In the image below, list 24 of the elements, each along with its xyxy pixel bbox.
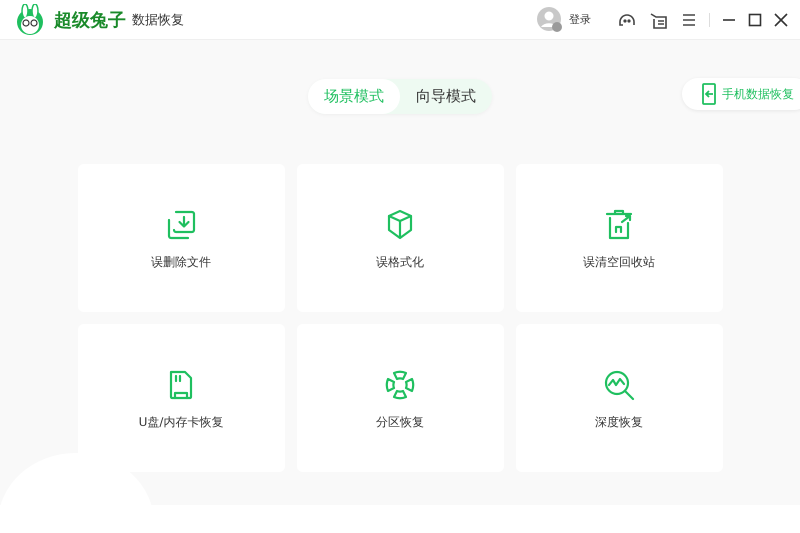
scenario-label: 误清空回收站 [583,254,655,271]
scenario-card[interactable]: 误清空回收站 [516,164,722,312]
magnifier-chart-icon [602,368,636,402]
brand-name: 超级兔子 [54,8,126,32]
scenario-label: 深度恢复 [595,414,643,431]
scenario-card[interactable]: U盘/内存卡恢复 [78,324,284,472]
avatar-icon[interactable] [537,6,563,32]
scenario-label: 误删除文件 [151,254,211,271]
login-link[interactable]: 登录 [569,12,591,27]
product-name: 数据恢复 [132,12,184,28]
phone-icon [700,83,718,105]
scenario-card[interactable]: 深度恢复 [516,324,722,472]
mode-tab[interactable]: 向导模式 [400,78,492,114]
scenario-card[interactable]: 分区恢复 [296,324,504,472]
scenario-label: 分区恢复 [376,414,424,431]
scenario-card[interactable]: 误格式化 [296,164,504,312]
scenario-card[interactable]: 误删除文件 [78,164,284,312]
menu-icon[interactable] [681,12,697,28]
scenario-label: U盘/内存卡恢复 [138,414,224,431]
segmented-circle-icon [383,368,417,402]
scenario-label: 误格式化 [376,254,424,271]
close-icon[interactable] [774,12,788,26]
rabbit-logo-icon [14,4,46,36]
maximize-icon[interactable] [748,12,762,26]
